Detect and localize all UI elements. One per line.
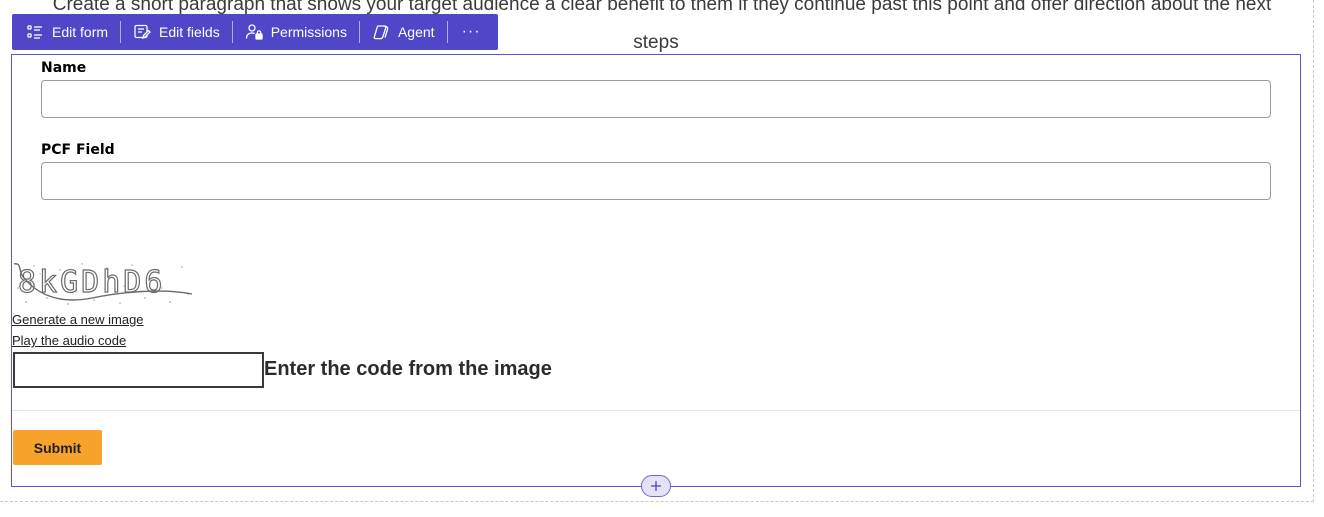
form-toolbar: Edit form Edit fields Permissions Agent … [12, 14, 498, 50]
generate-new-image-link[interactable]: Generate a new image [12, 312, 144, 327]
captcha-code-label: Enter the code from the image [264, 358, 552, 380]
copilot-icon [372, 23, 390, 41]
page: Create a short paragraph that shows your… [0, 0, 1324, 517]
pcf-field-input[interactable] [41, 162, 1271, 200]
play-audio-code-link[interactable]: Play the audio code [12, 333, 126, 348]
permissions-label: Permissions [270, 24, 347, 40]
captcha-image: 8kGDhD6 [12, 258, 194, 310]
edit-fields-label: Edit fields [159, 24, 220, 40]
agent-button[interactable]: Agent [366, 14, 441, 50]
person-lock-icon [245, 23, 263, 41]
more-options-button[interactable]: ··· [454, 14, 489, 50]
edit-grid-icon [133, 23, 151, 41]
captcha-code-text: 8kGDhD6 [18, 265, 165, 300]
more-horizontal-icon: ··· [461, 23, 481, 40]
list-icon [26, 23, 44, 41]
section-guide-right [1313, 0, 1314, 502]
edit-form-button[interactable]: Edit form [20, 14, 114, 50]
pcf-field-label: PCF Field [41, 142, 115, 158]
name-input[interactable] [41, 80, 1271, 118]
toolbar-separator [446, 21, 448, 43]
agent-label: Agent [397, 24, 435, 40]
toolbar-separator [231, 21, 233, 43]
toolbar-separator [358, 21, 360, 43]
form-divider [12, 410, 1300, 411]
edit-form-label: Edit form [52, 24, 109, 40]
section-guide-bottom [0, 501, 1314, 502]
permissions-button[interactable]: Permissions [239, 14, 353, 50]
name-field-label: Name [41, 60, 87, 76]
plus-icon [651, 481, 661, 491]
edit-fields-button[interactable]: Edit fields [127, 14, 226, 50]
submit-button[interactable]: Submit [13, 430, 102, 465]
add-section-button[interactable] [641, 475, 671, 497]
toolbar-separator [120, 21, 122, 43]
captcha-code-input[interactable] [13, 352, 264, 388]
form-frame [11, 54, 1301, 487]
